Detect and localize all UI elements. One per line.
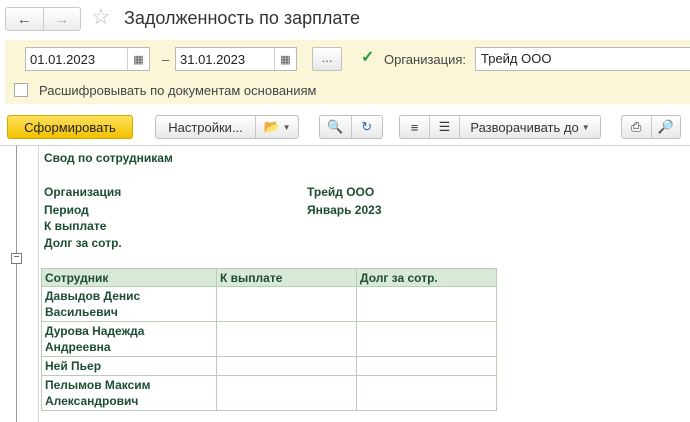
organization-checkbox[interactable]: ✓ [361, 49, 375, 66]
report-field-value: Трейд ООО [307, 185, 375, 199]
to-pay-cell [216, 286, 357, 322]
date-to-field[interactable]: 31.01.2023 ▦ [175, 47, 297, 71]
table-row[interactable]: Ней Пьер [41, 356, 497, 376]
date-to-value: 31.01.2023 [180, 51, 246, 67]
preview-icon[interactable]: 🔎 [651, 116, 680, 138]
debt-cell [356, 356, 497, 376]
debt-cell [356, 321, 497, 357]
report-field-label: Период [44, 203, 89, 217]
collapse-minus-icon[interactable]: − [11, 253, 22, 264]
navigation-buttons: ← → [5, 7, 81, 31]
print-icon[interactable]: ⎙ [622, 116, 651, 138]
expand-to-button[interactable]: Разворачивать до ▼ [460, 116, 600, 138]
chevron-down-icon: ▼ [282, 122, 291, 132]
grouping-button-group: ≡ ☰ Разворачивать до ▼ [399, 115, 601, 139]
table-row[interactable]: Давыдов Денис Васильевич [41, 286, 497, 322]
period-select-button[interactable]: ... [312, 47, 342, 71]
employee-cell: Пелымов Максим Александрович [41, 375, 217, 411]
table-row[interactable]: Пелымов Максим Александрович [41, 375, 497, 411]
to-pay-cell [216, 356, 357, 376]
date-from-value: 01.01.2023 [30, 51, 96, 67]
search-next-icon[interactable]: ↻ [351, 116, 382, 138]
report-heading: Свод по сотрудникам [44, 151, 173, 165]
checkmark-icon: ✓ [361, 49, 375, 66]
expand-to-label: Разворачивать до [470, 119, 579, 135]
report-field-value: Январь 2023 [307, 203, 382, 217]
back-arrow-icon[interactable]: ← [6, 8, 43, 30]
date-from-field[interactable]: 01.01.2023 ▦ [25, 47, 150, 71]
expand-group-icon[interactable]: ☰ [430, 116, 459, 138]
column-header-to-pay: К выплате [216, 268, 357, 287]
settings-button[interactable]: Настройки... [156, 116, 255, 138]
calendar-icon[interactable]: ▦ [274, 48, 296, 70]
forward-arrow-icon[interactable]: → [42, 8, 81, 30]
table-row[interactable]: Дурова Надежда Андреевна [41, 321, 497, 357]
organization-field[interactable]: Трейд ООО [475, 47, 690, 71]
employee-cell: Дурова Надежда Андреевна [41, 321, 217, 357]
window-title: Задолженность по зарплате [124, 8, 361, 28]
report-field-label: Организация [44, 185, 122, 199]
decode-label: Расшифровывать по документам основаниям [39, 83, 317, 98]
settings-button-group: Настройки... 📂 ▼ [155, 115, 299, 139]
debt-cell [356, 375, 497, 411]
to-pay-cell [216, 321, 357, 357]
table-header-row: Сотрудник К выплате Долг за сотр. [41, 268, 497, 287]
employee-cell: Давыдов Денис Васильевич [41, 286, 217, 322]
collapse-group-icon[interactable]: ≡ [400, 116, 429, 138]
report-field-label: К выплате [44, 219, 107, 233]
to-pay-cell [216, 375, 357, 411]
date-separator: – [162, 52, 170, 67]
column-header-employee: Сотрудник [41, 268, 217, 287]
debt-cell [356, 286, 497, 322]
search-icon[interactable]: 🔍 [320, 116, 351, 138]
search-button-group: 🔍 ↻ [319, 115, 383, 139]
parameters-panel: 01.01.2023 ▦ – 31.01.2023 ▦ ... ✓ Органи… [5, 40, 690, 104]
report-field-label: Долг за сотр. [44, 236, 122, 250]
chevron-down-icon: ▼ [581, 122, 590, 132]
column-header-debt: Долг за сотр. [356, 268, 497, 287]
decode-checkbox[interactable] [14, 83, 28, 97]
group-gutter-line [16, 146, 17, 422]
employee-table: Сотрудник К выплате Долг за сотр. Давыдо… [41, 268, 497, 411]
generate-button[interactable]: Сформировать [7, 115, 133, 139]
print-button-group: ⎙ 🔎 [621, 115, 681, 139]
calendar-icon[interactable]: ▦ [127, 48, 149, 70]
report-top-border [0, 145, 690, 146]
employee-cell: Ней Пьер [41, 356, 217, 376]
report-left-border [38, 146, 39, 422]
organization-label: Организация: [384, 52, 467, 67]
variant-folder-icon[interactable]: 📂 ▼ [256, 116, 298, 138]
favorite-star-icon[interactable]: ☆ [91, 4, 111, 30]
